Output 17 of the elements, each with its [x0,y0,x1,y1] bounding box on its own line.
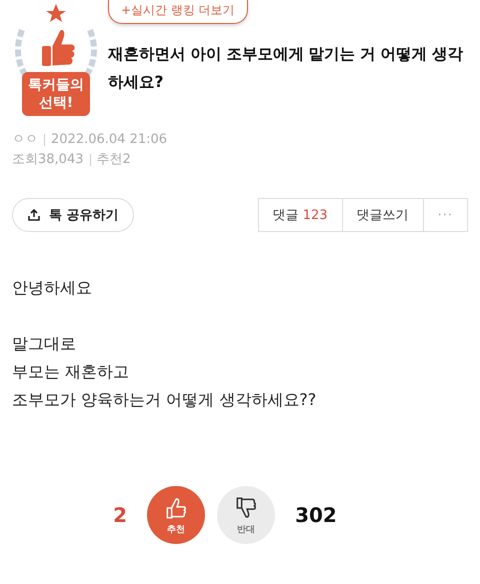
body-text: 부모는 재혼하고 [12,361,130,383]
share-icon [27,208,41,222]
upvote-button[interactable]: 추천 [147,486,206,544]
post-title: 재혼하면서 아이 조부모에게 맡기는 거 어떻게 생각하세요? [108,44,464,93]
view-count: 조회38,043 [12,151,84,169]
ranking-link[interactable]: +실시간 랭킹 더보기 [108,0,248,24]
post-date: 2022.06.04 21:06 [51,131,168,149]
body-text: 말그대로 [12,333,77,355]
recommend-count: 추천2 [96,151,131,169]
vote-count: 2 [113,503,128,527]
author-name: ㅇㅇ [12,131,38,149]
share-button[interactable]: 톡 공유하기 [12,198,134,232]
vote-count: 302 [295,503,337,527]
body-text: 안녕하세요 [12,277,93,299]
downvote-button[interactable]: 반대 [217,486,276,544]
badge-label: 톡커들의 선택! [22,72,90,116]
body-text: 조부모가 양육하는거 어떻게 생각하세요?? [12,389,318,411]
